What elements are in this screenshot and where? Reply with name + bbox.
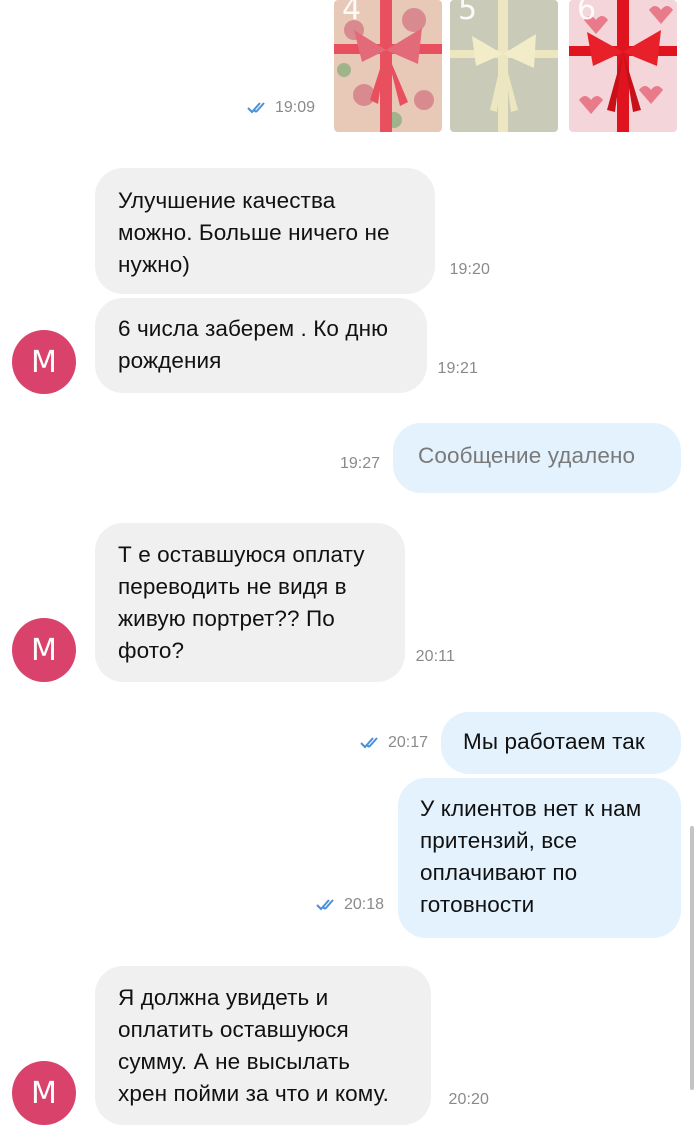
outgoing-message[interactable]: У клиентов нет к нам притензий, все опла… — [398, 778, 681, 938]
message-meta: 20:18 — [316, 896, 384, 914]
incoming-message[interactable]: Я должна увидеть и оплатить оставшуюся с… — [95, 966, 489, 1125]
deleted-message-text: Сообщение удалено — [418, 443, 636, 468]
double-check-icon — [360, 737, 378, 749]
photo-message-meta: 19:09 — [247, 99, 315, 117]
avatar[interactable]: M — [12, 618, 76, 682]
message-text: Улучшение качества можно. Больше ничего … — [118, 188, 390, 277]
gift-photo-4[interactable]: 4 — [334, 0, 442, 132]
message-time: 19:27 — [340, 455, 381, 472]
double-check-icon — [247, 102, 265, 114]
photo-number: 5 — [458, 0, 478, 27]
double-check-icon — [316, 899, 334, 911]
message-text: Я должна увидеть и оплатить оставшуюся с… — [118, 985, 390, 1106]
incoming-message[interactable]: Улучшение качества можно. Больше ничего … — [95, 168, 490, 294]
message-time: 20:11 — [415, 648, 455, 665]
photo-number: 6 — [577, 0, 597, 27]
photo-number: 4 — [342, 0, 362, 27]
gift-photo-5[interactable]: 5 — [450, 0, 558, 132]
incoming-message[interactable]: 6 числа заберем . Ко дню рождения 19:21 — [95, 298, 478, 393]
outgoing-message-deleted[interactable]: Сообщение удалено — [393, 423, 681, 493]
incoming-message[interactable]: Т е оставшуюся оплату переводить не видя… — [95, 523, 455, 682]
message-text: Т е оставшуюся оплату переводить не видя… — [118, 542, 365, 663]
message-time: 20:20 — [448, 1091, 489, 1108]
message-text: Мы работаем так — [463, 729, 645, 754]
outgoing-message[interactable]: Мы работаем так — [441, 712, 681, 774]
message-text: 6 числа заберем . Ко дню рождения — [118, 316, 389, 373]
message-meta: 20:17 — [360, 734, 428, 752]
avatar[interactable]: M — [12, 1061, 76, 1125]
message-time: 19:09 — [275, 99, 316, 116]
message-time: 20:17 — [388, 734, 429, 751]
message-time: 20:18 — [344, 896, 385, 913]
message-time: 19:21 — [437, 360, 478, 377]
avatar[interactable]: M — [12, 330, 76, 394]
scrollbar[interactable] — [690, 826, 694, 1090]
message-text: У клиентов нет к нам притензий, все опла… — [420, 796, 642, 917]
gift-photo-6[interactable]: 6 — [569, 0, 677, 132]
message-time: 19:20 — [449, 261, 490, 278]
message-meta: 19:27 — [340, 455, 380, 473]
